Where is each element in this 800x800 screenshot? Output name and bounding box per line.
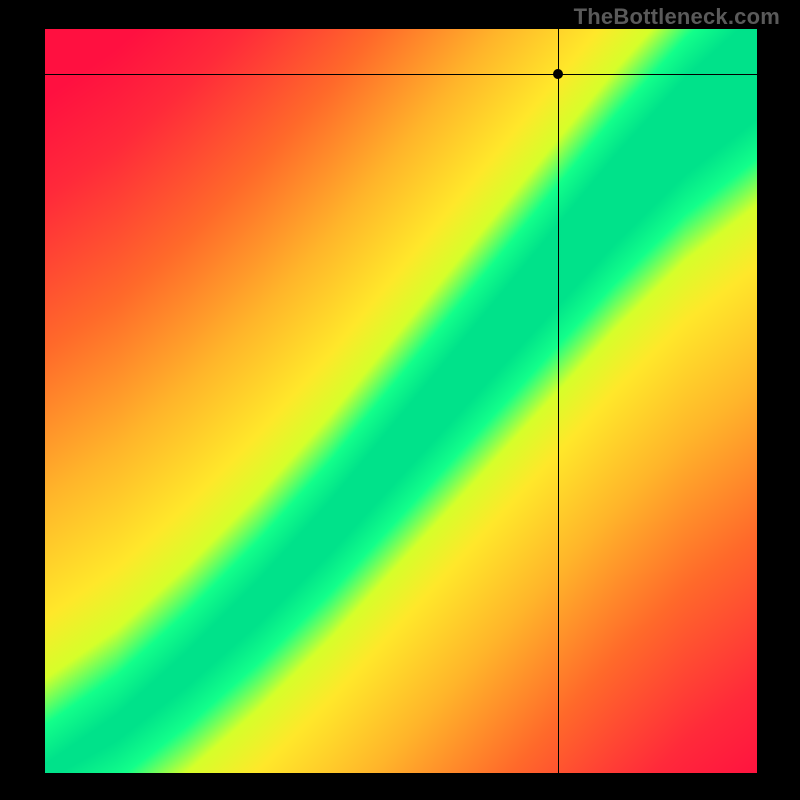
- chart-frame: [44, 28, 758, 774]
- chart-marker: [553, 69, 563, 79]
- crosshair-horizontal: [45, 74, 757, 75]
- crosshair-vertical: [558, 29, 559, 773]
- watermark-text: TheBottleneck.com: [574, 4, 780, 30]
- heatmap-canvas: [45, 29, 757, 773]
